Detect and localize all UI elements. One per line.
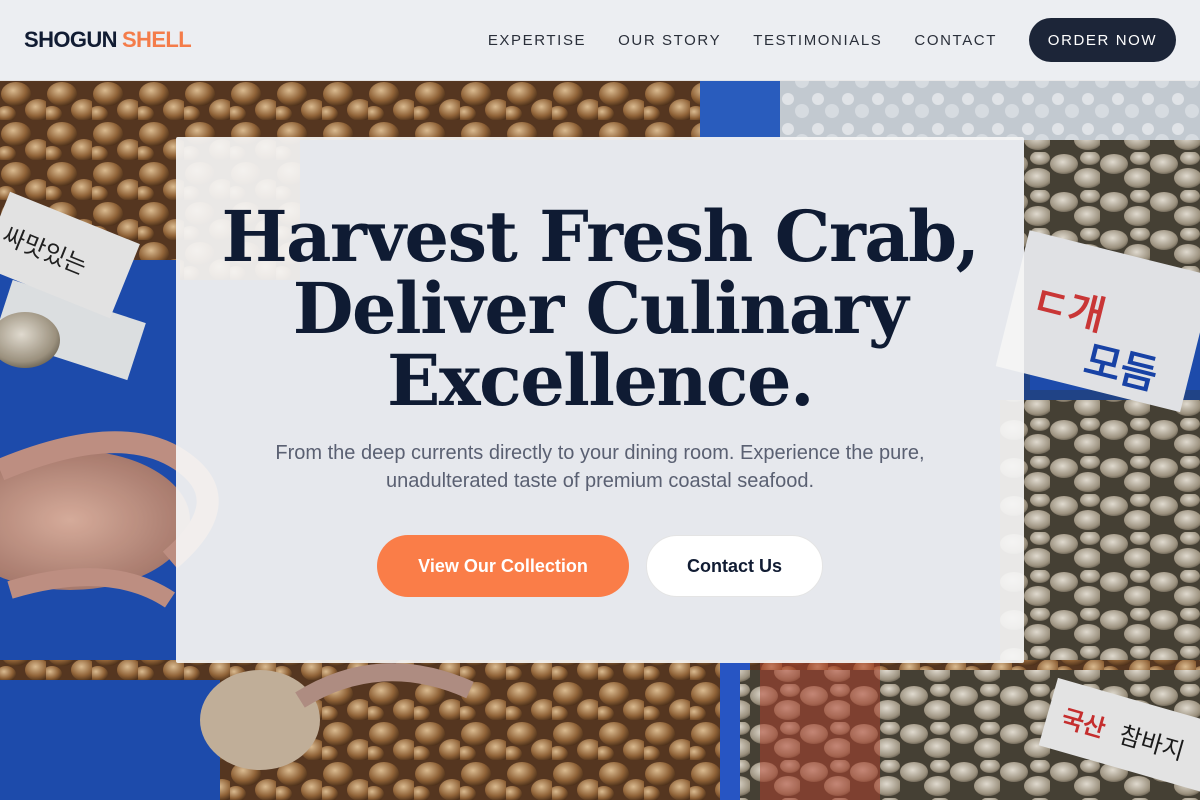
hero-actions: View Our Collection Contact Us	[377, 535, 823, 597]
view-collection-button[interactable]: View Our Collection	[377, 535, 629, 597]
hero-card: Harvest Fresh Crab, Deliver Culinary Exc…	[176, 137, 1024, 663]
hero-subtitle: From the deep currents directly to your …	[275, 442, 925, 492]
hero-title-line-3: Excellence.	[387, 339, 814, 422]
nav-link-contact[interactable]: CONTACT	[914, 32, 997, 49]
nav-link-testimonials[interactable]: TESTIMONIALS	[753, 32, 882, 49]
hero-title-line-2: Deliver Culinary	[292, 267, 909, 350]
contact-us-button[interactable]: Contact Us	[646, 535, 823, 597]
nav-links: EXPERTISE OUR STORY TESTIMONIALS CONTACT…	[488, 18, 1176, 62]
order-now-button[interactable]: ORDER NOW	[1029, 18, 1176, 62]
brand-logo[interactable]: SHOGUN SHELL	[24, 27, 192, 53]
nav-link-expertise[interactable]: EXPERTISE	[488, 32, 586, 49]
top-navbar: SHOGUN SHELL EXPERTISE OUR STORY TESTIMO…	[0, 0, 1200, 81]
brand-name-main: SHOGUN	[24, 27, 118, 52]
hero-title: Harvest Fresh Crab, Deliver Culinary Exc…	[220, 201, 980, 417]
nav-link-our-story[interactable]: OUR STORY	[618, 32, 721, 49]
hero-title-line-1: Harvest Fresh Crab,	[221, 195, 980, 278]
brand-name-accent: SHELL	[121, 27, 192, 52]
